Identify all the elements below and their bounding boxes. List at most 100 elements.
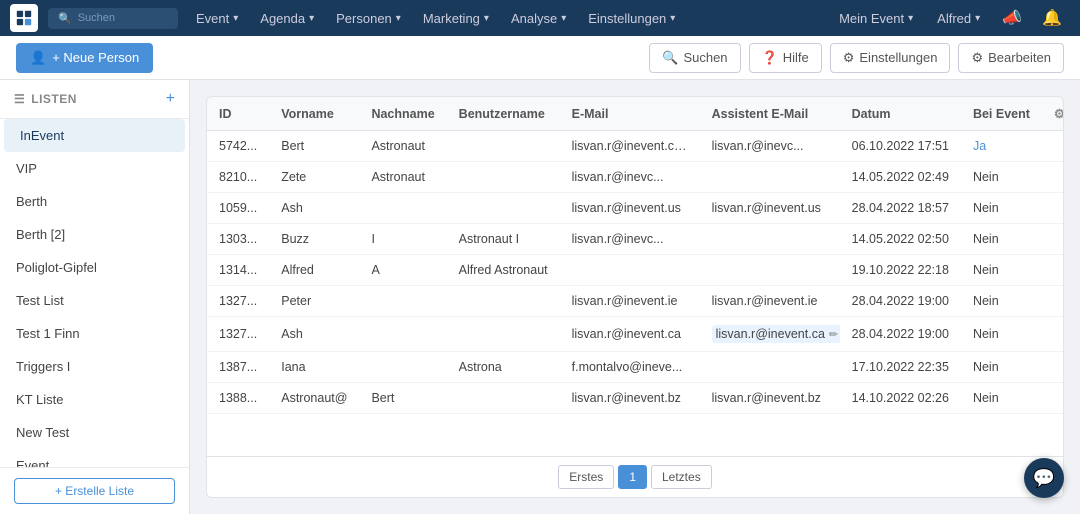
edit-button[interactable]: ⚙ Bearbeiten <box>958 43 1064 73</box>
notification-icon[interactable]: 📣 <box>994 4 1030 32</box>
cell-email: lisvan.r@inevent.com <box>560 131 700 162</box>
nav-einstellungen[interactable]: Einstellungen ▾ <box>578 5 685 32</box>
table-header-row: ID Vorname Nachname Benutzername E-Mail … <box>207 97 1063 131</box>
cell-vorname: Ash <box>269 193 359 224</box>
cell-email <box>560 255 700 286</box>
list-icon: ☰ <box>14 92 25 106</box>
cell-benutzername: Alfred Astronaut <box>447 255 560 286</box>
highlighted-assistent-email: lisvan.r@inevent.ca✏ <box>712 325 840 343</box>
cell-id: 1388... <box>207 383 269 414</box>
edit-icon: ⚙ <box>971 50 983 66</box>
nav-event[interactable]: Event ▾ <box>186 5 248 32</box>
cell-email: f.montalvo@ineve... <box>560 352 700 383</box>
cell-bei-event: Nein <box>961 352 1042 383</box>
cell-benutzername <box>447 162 560 193</box>
table-scroll[interactable]: ID Vorname Nachname Benutzername E-Mail … <box>207 97 1063 456</box>
toolbar-right: 🔍 Suchen ❓ Hilfe ⚙ Einstellungen ⚙ Bearb… <box>649 43 1064 73</box>
persons-table: ID Vorname Nachname Benutzername E-Mail … <box>207 97 1063 414</box>
table-row[interactable]: 1387...IanaAstronaf.montalvo@ineve...17.… <box>207 352 1063 383</box>
settings-button[interactable]: ⚙ Einstellungen <box>830 43 951 73</box>
page-1-button[interactable]: 1 <box>618 465 647 489</box>
global-search[interactable]: 🔍 Suchen <box>48 8 178 29</box>
last-page-button[interactable]: Letztes <box>651 465 712 489</box>
cell-benutzername <box>447 193 560 224</box>
sidebar-item-ktliste[interactable]: KT Liste <box>0 383 189 416</box>
cell-actions <box>1042 383 1063 414</box>
table-row[interactable]: 1327...Ashlisvan.r@inevent.calisvan.r@in… <box>207 317 1063 352</box>
cell-benutzername <box>447 383 560 414</box>
add-list-icon[interactable]: + <box>166 90 175 108</box>
sidebar-item-event[interactable]: Event <box>0 449 189 467</box>
nav-marketing[interactable]: Marketing ▾ <box>413 5 499 32</box>
cell-bei-event: Nein <box>961 193 1042 224</box>
table-row[interactable]: 1327...Peterlisvan.r@inevent.ielisvan.r@… <box>207 286 1063 317</box>
chevron-down-icon: ▾ <box>908 13 913 24</box>
sidebar-item-newtest[interactable]: New Test <box>0 416 189 449</box>
nav-analyse[interactable]: Analyse ▾ <box>501 5 576 32</box>
cell-assistent-email <box>700 224 840 255</box>
bell-icon[interactable]: 🔔 <box>1034 4 1070 32</box>
col-settings[interactable]: ⚙ <box>1042 97 1063 131</box>
cell-datum: 28.04.2022 18:57 <box>840 193 961 224</box>
top-navigation: 🔍 Suchen Event ▾ Agenda ▾ Personen ▾ Mar… <box>0 0 1080 36</box>
app-logo[interactable] <box>10 4 38 32</box>
cell-datum: 14.10.2022 02:26 <box>840 383 961 414</box>
sidebar-footer: + Erstelle Liste <box>0 467 189 514</box>
table-row[interactable]: 5742...BertAstronautlisvan.r@inevent.com… <box>207 131 1063 162</box>
cell-vorname: Buzz <box>269 224 359 255</box>
cell-benutzername <box>447 317 560 352</box>
cell-bei-event: Nein <box>961 224 1042 255</box>
cell-nachname: A <box>359 255 446 286</box>
table-row[interactable]: 1059...Ashlisvan.r@inevent.uslisvan.r@in… <box>207 193 1063 224</box>
cell-vorname: Ash <box>269 317 359 352</box>
cell-datum: 17.10.2022 22:35 <box>840 352 961 383</box>
cell-vorname: Iana <box>269 352 359 383</box>
bei-event-link[interactable]: Ja <box>973 139 986 153</box>
cell-vorname: Alfred <box>269 255 359 286</box>
first-page-button[interactable]: Erstes <box>558 465 614 489</box>
sidebar-item-testlist[interactable]: Test List <box>0 284 189 317</box>
sidebar-item-inevent[interactable]: InEvent <box>4 119 185 152</box>
cell-email: lisvan.r@inevc... <box>560 224 700 255</box>
sidebar-item-berth2[interactable]: Berth [2] <box>0 218 189 251</box>
mein-event-menu[interactable]: Mein Event ▾ <box>829 5 923 32</box>
col-datum: Datum <box>840 97 961 131</box>
cell-actions <box>1042 286 1063 317</box>
alfred-menu[interactable]: Alfred ▾ <box>927 5 990 32</box>
search-placeholder: Suchen <box>78 12 115 24</box>
table-row[interactable]: 1314...AlfredAAlfred Astronaut19.10.2022… <box>207 255 1063 286</box>
new-person-button[interactable]: 👤 + Neue Person <box>16 43 153 73</box>
nav-agenda[interactable]: Agenda ▾ <box>250 5 324 32</box>
cell-bei-event: Nein <box>961 162 1042 193</box>
chevron-down-icon: ▾ <box>396 13 401 24</box>
table-body: 5742...BertAstronautlisvan.r@inevent.com… <box>207 131 1063 414</box>
cell-bei-event: Nein <box>961 286 1042 317</box>
sidebar-item-test1finn[interactable]: Test 1 Finn <box>0 317 189 350</box>
help-button[interactable]: ❓ Hilfe <box>749 43 822 73</box>
search-button[interactable]: 🔍 Suchen <box>649 43 740 73</box>
main-layout: ☰ LISTEN + InEvent VIP Berth Berth [2] P… <box>0 80 1080 514</box>
cell-email: lisvan.r@inevent.ca <box>560 317 700 352</box>
cell-actions <box>1042 131 1063 162</box>
sidebar-header: ☰ LISTEN + <box>0 80 189 119</box>
edit-icon[interactable]: ✏ <box>829 328 838 341</box>
table-row[interactable]: 8210...ZeteAstronautlisvan.r@inevc...14.… <box>207 162 1063 193</box>
cell-email: lisvan.r@inevc... <box>560 162 700 193</box>
chat-bubble[interactable]: 💬 <box>1024 458 1064 498</box>
table-row[interactable]: 1303...BuzzIAstronaut Ilisvan.r@inevc...… <box>207 224 1063 255</box>
cell-actions <box>1042 193 1063 224</box>
cell-benutzername: Astrona <box>447 352 560 383</box>
col-vorname: Vorname <box>269 97 359 131</box>
cell-datum: 06.10.2022 17:51 <box>840 131 961 162</box>
table-row[interactable]: 1388...Astronaut@Bertlisvan.r@inevent.bz… <box>207 383 1063 414</box>
cell-id: 8210... <box>207 162 269 193</box>
create-list-button[interactable]: + Erstelle Liste <box>14 478 175 504</box>
sidebar-item-poliglot[interactable]: Poliglot-Gipfel <box>0 251 189 284</box>
nav-personen[interactable]: Personen ▾ <box>326 5 411 32</box>
sidebar-item-triggersi[interactable]: Triggers I <box>0 350 189 383</box>
sidebar-item-berth[interactable]: Berth <box>0 185 189 218</box>
cell-email: lisvan.r@inevent.ie <box>560 286 700 317</box>
sidebar-item-vip[interactable]: VIP <box>0 152 189 185</box>
chevron-down-icon: ▾ <box>670 13 675 24</box>
cell-actions <box>1042 224 1063 255</box>
